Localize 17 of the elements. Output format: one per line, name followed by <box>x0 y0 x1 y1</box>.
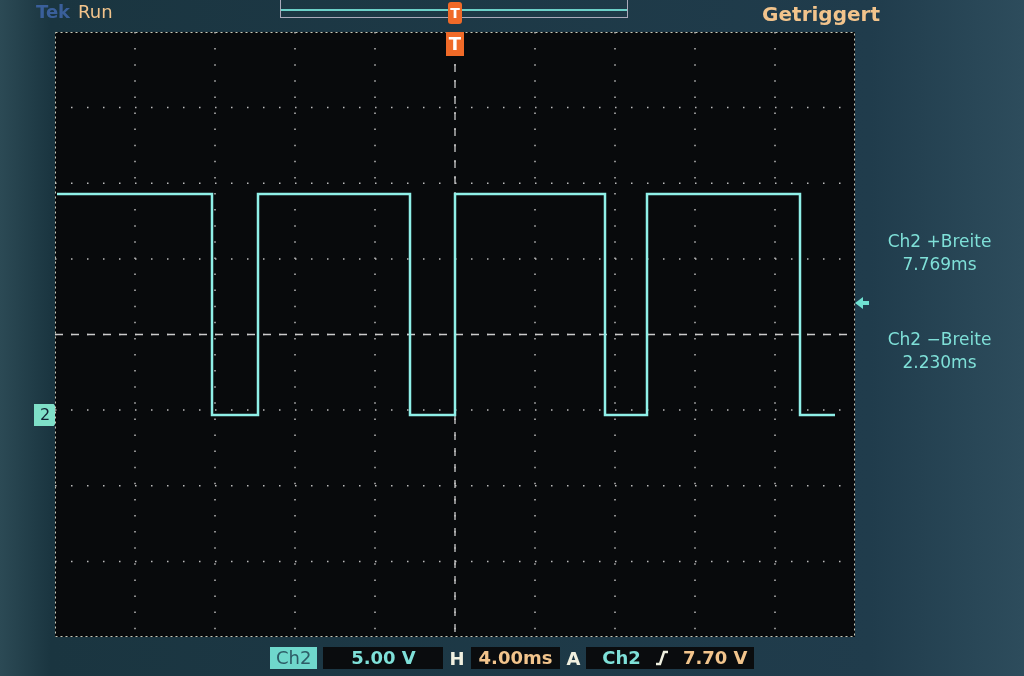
trigger-level-arrow-icon <box>855 296 869 310</box>
measurement-value: 7.769ms <box>902 253 977 276</box>
channel-label: Ch2 <box>270 647 318 669</box>
horizontal-label: H <box>449 647 465 669</box>
measurement-label: Ch2 +Breite <box>887 230 992 253</box>
measurement-label: Ch2 −Breite <box>887 328 992 351</box>
brand-label: Tek <box>36 1 71 23</box>
measurement-value: 2.230ms <box>902 351 977 374</box>
trigger-source: Ch2 <box>602 647 641 669</box>
volts-per-division: 5.00 V <box>323 647 444 669</box>
trigger-position-marker: T <box>446 32 464 56</box>
trigger-position-marker: T <box>448 2 462 24</box>
trigger-mode: A <box>566 647 581 669</box>
run-state: Run <box>78 1 113 23</box>
time-per-division: 4.00ms <box>470 647 561 669</box>
trigger-level: 7.70 V <box>682 647 748 669</box>
trigger-status: Getriggert <box>762 1 880 28</box>
